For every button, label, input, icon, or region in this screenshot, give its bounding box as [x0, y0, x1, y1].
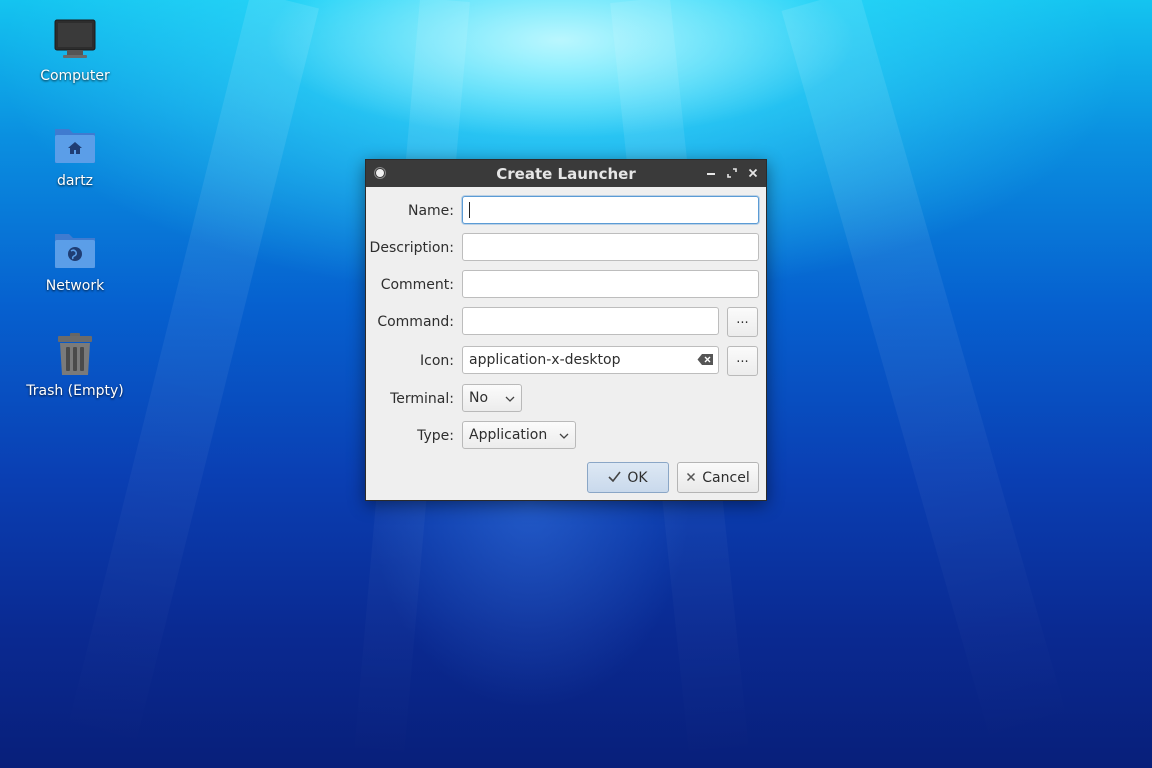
- terminal-combo[interactable]: No: [462, 384, 522, 412]
- text-cursor: [469, 202, 470, 218]
- create-launcher-dialog: Create Launcher Name: Description: Comme…: [365, 159, 767, 501]
- icon-browse-button[interactable]: ...: [727, 346, 758, 376]
- chevron-down-icon: [505, 392, 515, 402]
- terminal-row: Terminal: No: [366, 384, 766, 414]
- name-label: Name:: [407, 203, 454, 219]
- minimize-icon[interactable]: [703, 165, 719, 181]
- desktop-icon-computer[interactable]: Computer: [15, 16, 135, 84]
- cancel-button-label: Cancel: [702, 469, 750, 486]
- close-icon[interactable]: [745, 165, 761, 181]
- desktop-icon-trash[interactable]: Trash (Empty): [15, 331, 135, 399]
- name-row: Name:: [366, 196, 766, 226]
- checkmark-icon: [608, 470, 622, 486]
- description-label: Description:: [369, 240, 454, 256]
- type-combo[interactable]: Application: [462, 421, 576, 449]
- icon-label: Icon:: [420, 353, 454, 369]
- desktop-icon-network[interactable]: Network: [15, 226, 135, 294]
- type-row: Type: Application: [366, 421, 766, 451]
- cancel-button[interactable]: Cancel: [677, 462, 759, 493]
- dialog-titlebar[interactable]: Create Launcher: [366, 160, 766, 187]
- terminal-label: Terminal:: [390, 391, 454, 407]
- comment-field[interactable]: [462, 270, 759, 298]
- icon-row: Icon: application-x-desktop ...: [366, 346, 766, 376]
- command-label: Command:: [377, 314, 454, 330]
- command-browse-button[interactable]: ...: [727, 307, 758, 337]
- close-icon: [686, 470, 696, 486]
- chevron-down-icon: [559, 429, 569, 439]
- command-field[interactable]: [462, 307, 719, 335]
- trash-icon: [51, 331, 99, 379]
- clear-text-icon[interactable]: [697, 353, 714, 370]
- icon-field[interactable]: application-x-desktop: [462, 346, 719, 374]
- command-row: Command: ...: [366, 307, 766, 337]
- description-field[interactable]: [462, 233, 759, 261]
- terminal-selected: No: [469, 390, 489, 406]
- light-ray: [781, 0, 1071, 750]
- comment-label: Comment:: [380, 277, 454, 293]
- desktop-icon-home[interactable]: dartz: [15, 121, 135, 189]
- ok-button[interactable]: OK: [587, 462, 669, 493]
- type-selected: Application: [469, 427, 548, 443]
- icon-value: application-x-desktop: [469, 352, 621, 368]
- maximize-icon[interactable]: [724, 165, 740, 181]
- desktop: Computer dartz Network Trash (Empty) Cre…: [0, 0, 1152, 768]
- ok-button-label: OK: [627, 469, 648, 486]
- desktop-icon-label: dartz: [56, 173, 94, 189]
- desktop-icon-label: Network: [45, 278, 105, 294]
- name-field[interactable]: [462, 196, 759, 224]
- desktop-icon-label: Computer: [40, 68, 110, 84]
- description-row: Description:: [366, 233, 766, 263]
- desktop-icon-label: Trash (Empty): [26, 383, 124, 399]
- type-label: Type:: [417, 428, 454, 444]
- home-folder-icon: [51, 121, 99, 169]
- comment-row: Comment:: [366, 270, 766, 300]
- computer-icon: [51, 16, 99, 64]
- network-folder-icon: [51, 226, 99, 274]
